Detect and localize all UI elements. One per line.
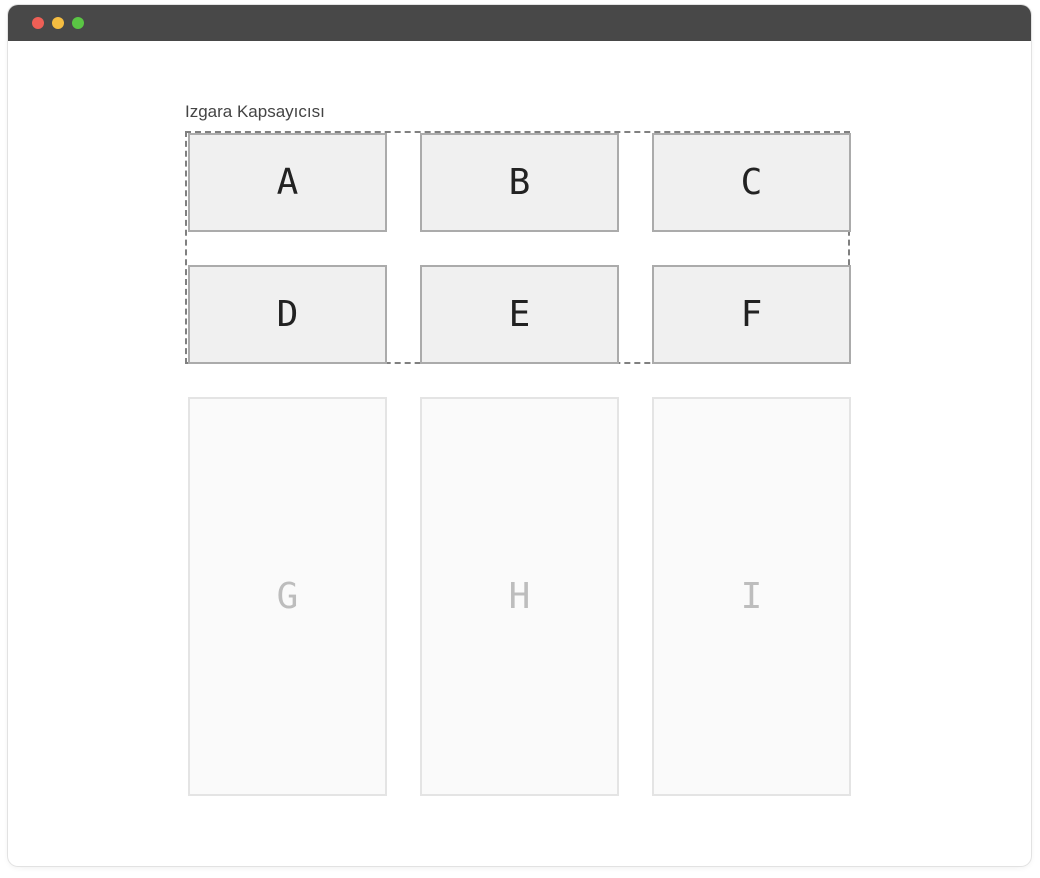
app-window: Izgara Kapsayıcısı A B C D E F G H I <box>8 5 1031 866</box>
grid-item-f: F <box>652 265 851 364</box>
minimize-button[interactable] <box>52 17 64 29</box>
maximize-button[interactable] <box>72 17 84 29</box>
title-bar <box>8 5 1031 41</box>
close-button[interactable] <box>32 17 44 29</box>
grid-item-e: E <box>420 265 619 364</box>
overflow-item-i: I <box>652 397 851 796</box>
grid-item-a: A <box>188 133 387 232</box>
overflow-item-h: H <box>420 397 619 796</box>
grid-item-c: C <box>652 133 851 232</box>
overflow-item-g: G <box>188 397 387 796</box>
container-label: Izgara Kapsayıcısı <box>185 102 325 121</box>
grid-item-d: D <box>188 265 387 364</box>
grid-item-b: B <box>420 133 619 232</box>
